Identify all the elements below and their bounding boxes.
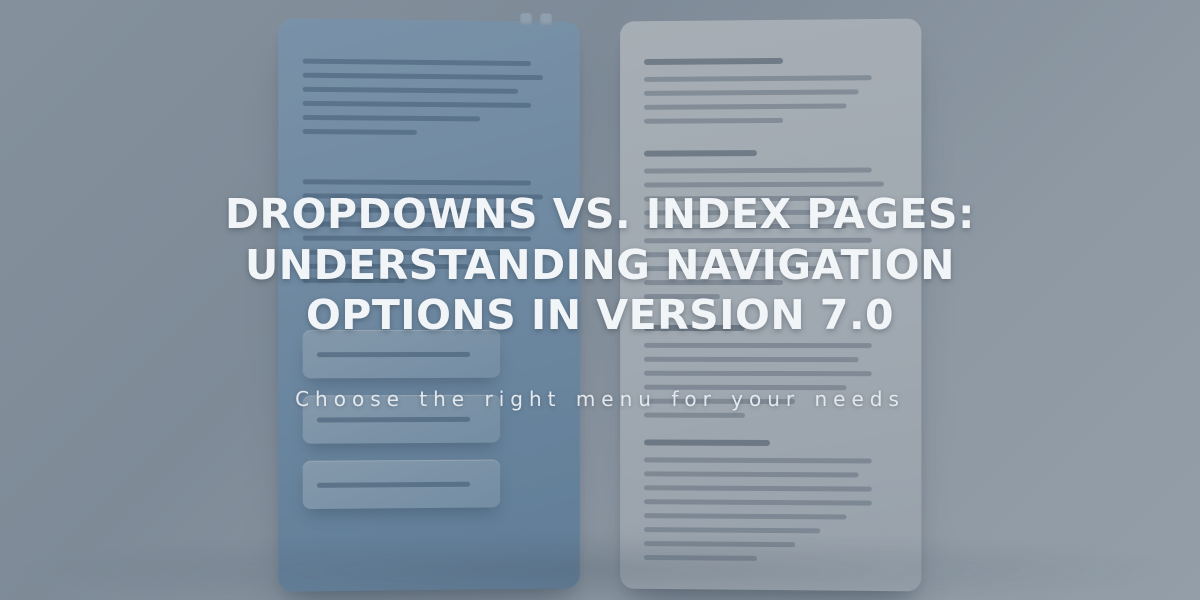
hero-banner: DROPDOWNS VS. INDEX PAGES: UNDERSTANDING…	[0, 0, 1200, 600]
hero-subtitle: Choose the right menu for your needs	[295, 387, 905, 411]
hero-text: DROPDOWNS VS. INDEX PAGES: UNDERSTANDING…	[0, 0, 1200, 600]
hero-title: DROPDOWNS VS. INDEX PAGES: UNDERSTANDING…	[225, 189, 975, 341]
